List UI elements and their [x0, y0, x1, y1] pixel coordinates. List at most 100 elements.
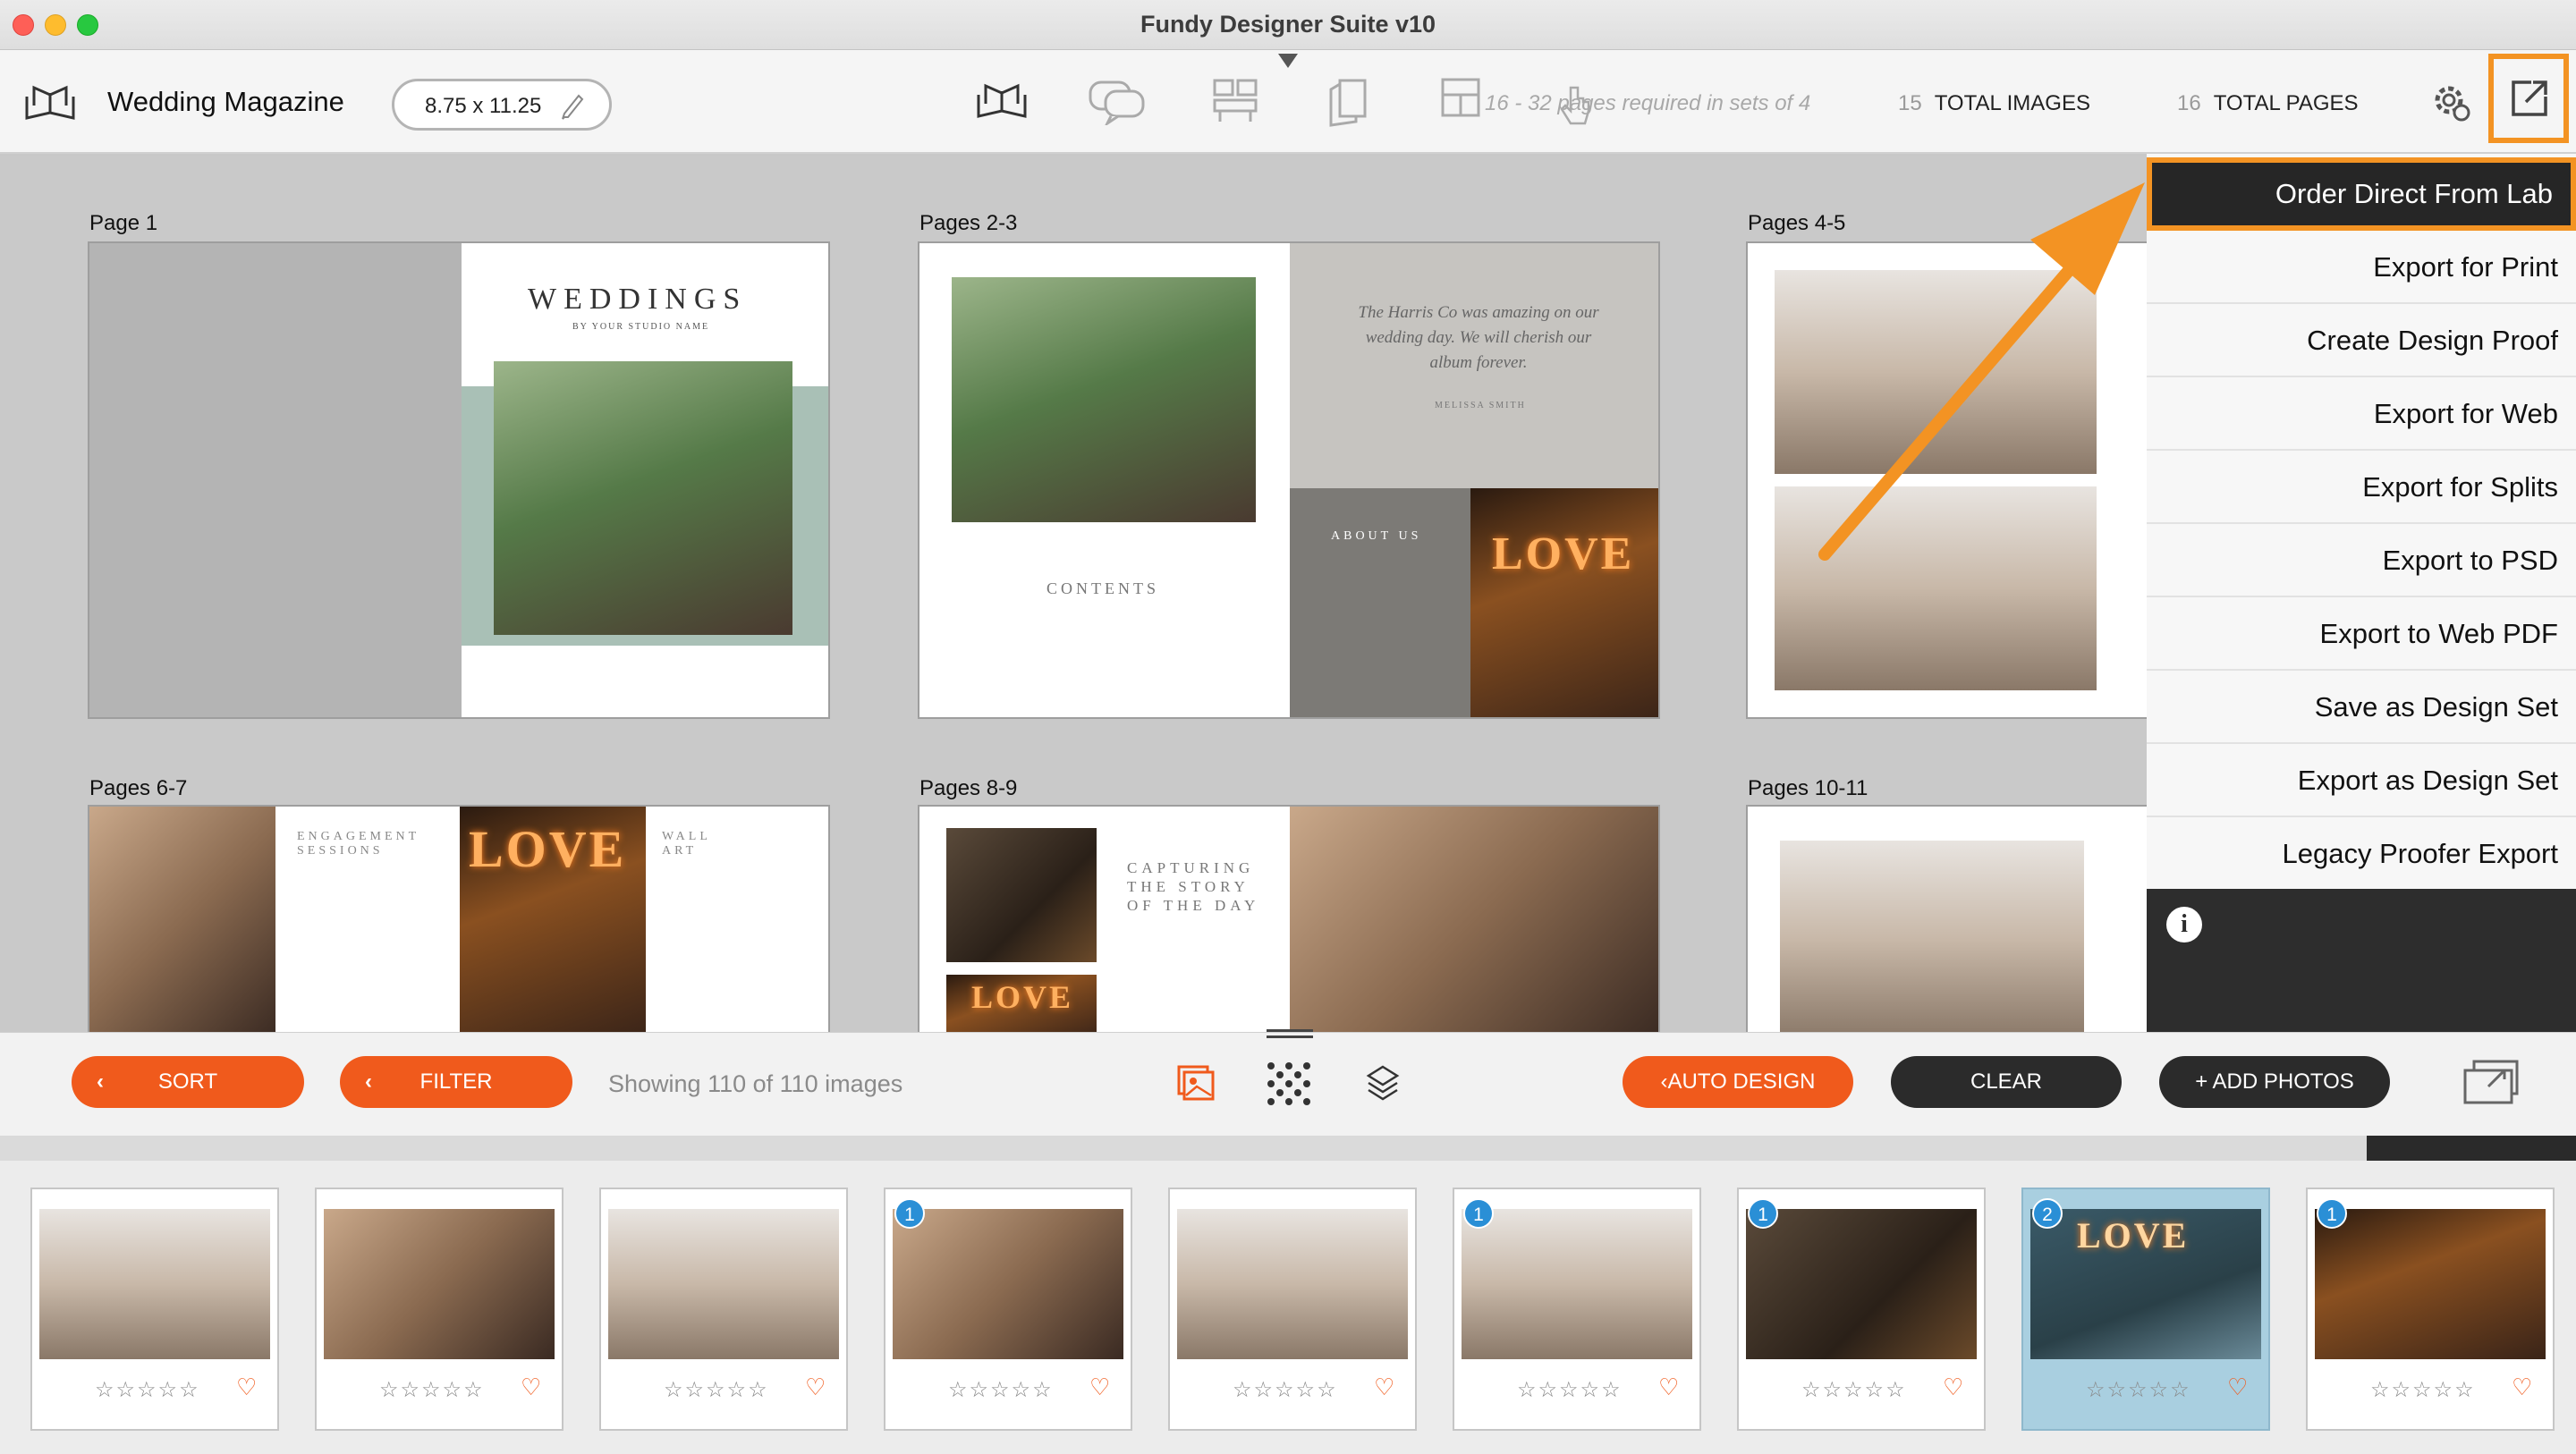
settings-gear-icon[interactable] [2431, 82, 2472, 123]
total-pages-count: 16 [2177, 91, 2201, 115]
image-thumbnail[interactable]: ☆☆☆☆☆ ♡ [599, 1188, 848, 1431]
reception-photo[interactable] [1775, 486, 2097, 690]
spread-label: Pages 6-7 [89, 776, 188, 800]
chevron-left-icon: ‹ [97, 1069, 104, 1094]
menu-export-as-design-set[interactable]: Export as Design Set [2147, 744, 2576, 817]
image-toolbar: ‹ SORT ‹ FILTER Showing 110 of 110 images [0, 1029, 2576, 1136]
heart-icon[interactable]: ♡ [236, 1374, 257, 1401]
star-rating[interactable]: ☆☆☆☆☆ [2370, 1377, 2476, 1403]
star-rating[interactable]: ☆☆☆☆☆ [1517, 1377, 1623, 1403]
image-thumbnail[interactable]: ☆☆☆☆☆ ♡ [1168, 1188, 1417, 1431]
heart-icon[interactable]: ♡ [1658, 1374, 1679, 1401]
heart-icon[interactable]: ♡ [1943, 1374, 1963, 1401]
heart-icon[interactable]: ♡ [805, 1374, 826, 1401]
spread-page-1[interactable]: WEDDINGS BY YOUR STUDIO NAME [88, 241, 830, 719]
proofing-chat-icon[interactable] [1088, 77, 1147, 125]
weddings-subtitle: BY YOUR STUDIO NAME [572, 322, 710, 332]
image-thumbnail-selected[interactable]: LOVE 2 ☆☆☆☆☆ ♡ [2021, 1188, 2270, 1431]
menu-legacy-proofer-export[interactable]: Legacy Proofer Export [2147, 817, 2576, 891]
thumbnail-image[interactable] [1462, 1209, 1692, 1359]
image-thumbnail[interactable]: 1 ☆☆☆☆☆ ♡ [2306, 1188, 2555, 1431]
star-rating[interactable]: ☆☆☆☆☆ [379, 1377, 485, 1403]
thumbnail-image[interactable] [1177, 1209, 1408, 1359]
dance-photo[interactable] [1775, 270, 2097, 474]
expand-window-icon[interactable] [2462, 1058, 2521, 1108]
auto-design-button[interactable]: ‹AUTO DESIGN [1623, 1056, 1853, 1108]
menu-order-direct-from-lab[interactable]: Order Direct From Lab [2147, 157, 2576, 231]
photo-stack-icon[interactable] [1175, 1063, 1216, 1104]
sort-button[interactable]: ‹ SORT [72, 1056, 304, 1108]
image-thumbnail[interactable]: ☆☆☆☆☆ ♡ [30, 1188, 279, 1431]
love-sign-text: LOVE [971, 979, 1074, 1015]
wall-art-icon[interactable] [1211, 77, 1259, 125]
clear-button[interactable]: CLEAR [1891, 1056, 2122, 1108]
menu-export-for-print[interactable]: Export for Print [2147, 231, 2576, 304]
heart-icon[interactable]: ♡ [1374, 1374, 1394, 1401]
menu-create-design-proof[interactable]: Create Design Proof [2147, 304, 2576, 377]
cake-photo[interactable] [1290, 807, 1658, 1036]
album-view-icon[interactable] [975, 77, 1029, 122]
engagement-photo[interactable] [89, 807, 275, 1036]
spread-pages-6-7[interactable]: ENGAGEMENT SESSIONS LOVE WALL ART [88, 805, 830, 1037]
star-rating[interactable]: ☆☆☆☆☆ [948, 1377, 1054, 1403]
image-thumbnail[interactable]: ☆☆☆☆☆ ♡ [315, 1188, 564, 1431]
resize-handle[interactable] [1267, 1029, 1313, 1038]
menu-export-for-web[interactable]: Export for Web [2147, 377, 2576, 451]
spread-pages-4-5[interactable] [1746, 241, 2157, 719]
star-rating[interactable]: ☆☆☆☆☆ [1801, 1377, 1907, 1403]
thumbnail-image[interactable] [2315, 1209, 2546, 1359]
star-rating[interactable]: ☆☆☆☆☆ [2086, 1377, 2191, 1403]
album-size-button[interactable]: 8.75 x 11.25 [392, 79, 612, 131]
filter-button[interactable]: ‹ FILTER [340, 1056, 572, 1108]
menu-export-to-psd[interactable]: Export to PSD [2147, 524, 2576, 597]
thumbnail-image[interactable] [893, 1209, 1123, 1359]
love-sign-text: LOVE [1492, 528, 1635, 579]
clear-label: CLEAR [1970, 1069, 2043, 1094]
groom-photo[interactable] [946, 828, 1097, 962]
total-images-count: 15 [1898, 91, 1922, 115]
menu-save-as-design-set[interactable]: Save as Design Set [2147, 671, 2576, 744]
album-size-label: 8.75 x 11.25 [425, 94, 542, 118]
image-thumbnail[interactable]: 1 ☆☆☆☆☆ ♡ [1737, 1188, 1986, 1431]
album-book-icon[interactable] [23, 80, 77, 122]
love-photo[interactable] [1470, 488, 1658, 717]
couple-photo[interactable] [494, 361, 792, 635]
usage-count-badge: 1 [894, 1198, 925, 1229]
heart-icon[interactable]: ♡ [521, 1374, 541, 1401]
star-rating[interactable]: ☆☆☆☆☆ [664, 1377, 769, 1403]
image-thumbnail[interactable]: 1 ☆☆☆☆☆ ♡ [884, 1188, 1132, 1431]
export-button[interactable] [2488, 54, 2569, 143]
grid-dots-icon[interactable] [1267, 1061, 1311, 1106]
card-design-icon[interactable] [1327, 77, 1370, 129]
layers-icon[interactable] [1365, 1063, 1401, 1103]
spread-pages-8-9[interactable]: LOVE CAPTURING THE STORY OF THE DAY [918, 805, 1660, 1037]
thumbnail-image[interactable] [608, 1209, 839, 1359]
love-sign-text: LOVE [469, 820, 627, 878]
thumbnail-image[interactable] [1746, 1209, 1977, 1359]
menu-export-to-web-pdf[interactable]: Export to Web PDF [2147, 597, 2576, 671]
hug-photo[interactable] [1780, 841, 2084, 1036]
heart-icon[interactable]: ♡ [2227, 1374, 2248, 1401]
add-photos-button[interactable]: + ADD PHOTOS [2159, 1056, 2390, 1108]
thumbnail-image[interactable] [324, 1209, 555, 1359]
album-name[interactable]: Wedding Magazine [107, 86, 344, 118]
star-rating[interactable]: ☆☆☆☆☆ [95, 1377, 200, 1403]
menu-export-for-splits[interactable]: Export for Splits [2147, 451, 2576, 524]
pages-required-text: 16 - 32 pages required in sets of 4 [1485, 91, 1811, 115]
image-filmstrip: ☆☆☆☆☆ ♡ ☆☆☆☆☆ ♡ ☆☆☆☆☆ ♡ 1 ☆☆☆☆☆ ♡ ☆☆☆☆☆ … [0, 1161, 2576, 1454]
load-progress-strip [0, 1136, 2576, 1161]
contents-title: CONTENTS [1046, 579, 1159, 597]
layout-grid-icon[interactable] [1440, 77, 1481, 118]
image-thumbnail[interactable]: 1 ☆☆☆☆☆ ♡ [1453, 1188, 1701, 1431]
usage-count-badge: 2 [2032, 1198, 2063, 1229]
info-icon[interactable]: i [2166, 907, 2202, 943]
spread-pages-10-11[interactable] [1746, 805, 2157, 1037]
star-rating[interactable]: ☆☆☆☆☆ [1233, 1377, 1338, 1403]
panel-toggle-arrow[interactable] [1278, 54, 1298, 68]
thumbnail-image[interactable] [39, 1209, 270, 1359]
heart-icon[interactable]: ♡ [2512, 1374, 2532, 1401]
empty-page [89, 243, 462, 717]
spread-pages-2-3[interactable]: CONTENTS The Harris Co was amazing on ou… [918, 241, 1660, 719]
couple-photo[interactable] [952, 277, 1256, 522]
heart-icon[interactable]: ♡ [1089, 1374, 1110, 1401]
